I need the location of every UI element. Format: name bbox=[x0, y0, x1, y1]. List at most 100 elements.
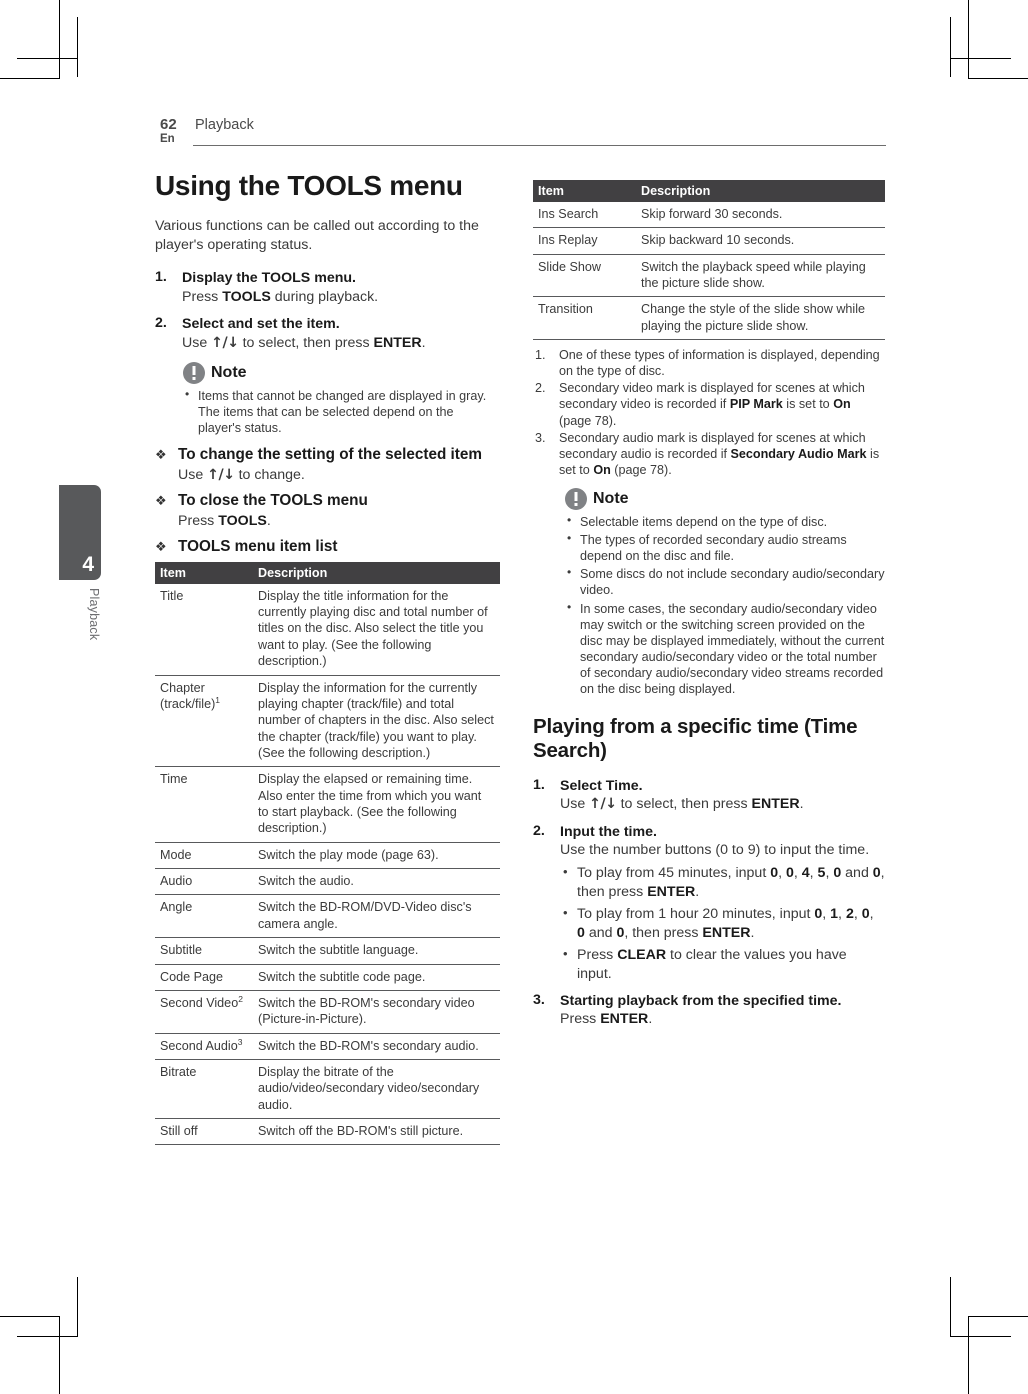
page-language: En bbox=[160, 133, 175, 145]
example-2-keyword: ENTER bbox=[702, 924, 751, 941]
crop-mark-tr-v2 bbox=[950, 17, 951, 77]
cell-item: Audio bbox=[155, 868, 253, 896]
diamond-bullet-icon: ❖ bbox=[155, 492, 167, 508]
note-title-left: Note bbox=[211, 363, 247, 381]
time-step-3-number: 3. bbox=[533, 991, 545, 1008]
tools-menu-item-table-body: Title Display the title information for t… bbox=[155, 583, 500, 1146]
diamond-body-b: to change. bbox=[234, 467, 305, 484]
table-header-description: Description bbox=[636, 180, 885, 202]
crop-mark-br-v bbox=[968, 1316, 969, 1394]
list-item: The types of recorded secondary audio st… bbox=[565, 531, 885, 564]
cell-description: Switch the play mode (page 63). bbox=[253, 842, 500, 870]
time-step-1-detail-keyword: ENTER bbox=[751, 796, 800, 813]
crop-mark-bl-v2 bbox=[77, 1277, 78, 1337]
example-1-text-a: To play from 45 minutes, input bbox=[577, 865, 771, 882]
header-rule bbox=[193, 145, 886, 146]
table-row: Mode Switch the play mode (page 63). bbox=[155, 842, 500, 870]
diamond-bullet-icon: ❖ bbox=[155, 538, 167, 554]
table-header-item: Item bbox=[155, 561, 253, 584]
time-input-examples: To play from 45 minutes, input 0, 0, 4, … bbox=[560, 863, 885, 983]
section-title-time-search: Playing from a specific time (Time Searc… bbox=[533, 715, 858, 763]
cell-item: Bitrate bbox=[155, 1059, 253, 1120]
footnote-1: 1. One of these types of information is d… bbox=[533, 347, 885, 379]
cell-item: Time bbox=[155, 766, 253, 843]
cell-item: Still off bbox=[155, 1118, 253, 1146]
page-header: 62 En Playback bbox=[150, 116, 890, 160]
step-1-detail: Press TOOLS during playback. bbox=[182, 288, 500, 307]
table-row: Slide Show Switch the playback speed whil… bbox=[533, 254, 885, 298]
cell-description: Switch the subtitle language. bbox=[253, 937, 500, 965]
time-step-3-detail-a: Press bbox=[560, 1010, 601, 1027]
chapter-tab-label: Playback bbox=[87, 588, 101, 641]
cell-description: Skip backward 10 seconds. bbox=[636, 227, 885, 255]
note-header-left: Note bbox=[183, 361, 500, 384]
tools-menu-item-table: Item Description Title Display the title … bbox=[155, 561, 500, 1146]
crop-mark-tr-v bbox=[968, 0, 969, 79]
crop-mark-br-h bbox=[968, 1316, 1028, 1317]
example-2-text-a: To play from 1 hour 20 minutes, input bbox=[577, 906, 815, 923]
chapter-tab-number: 4 bbox=[82, 553, 94, 576]
exclamation-icon bbox=[183, 361, 205, 384]
footnote-2: 2. Secondary video mark is displayed for … bbox=[533, 380, 885, 428]
crop-mark-tl-v2 bbox=[77, 17, 78, 77]
step-1-number: 1. bbox=[155, 269, 167, 286]
table-row: Time Display the elapsed or remaining tim… bbox=[155, 766, 500, 843]
crop-mark-br-h2 bbox=[951, 1336, 1011, 1337]
right-column: Item Description Ins Search Skip forward … bbox=[533, 178, 885, 1038]
cell-description: Change the style of the slide show while… bbox=[636, 296, 885, 341]
time-step-1-detail: Use ↑/↓ to select, then press ENTER. bbox=[560, 795, 885, 814]
example-1-text-c: . bbox=[695, 884, 700, 901]
example-1-digit-2: 0 bbox=[785, 865, 794, 882]
crop-mark-tr-h2 bbox=[951, 58, 1011, 59]
list-item: Items that cannot be changed are display… bbox=[183, 387, 500, 436]
cell-description: Display the bitrate of the audio/video/s… bbox=[253, 1059, 500, 1120]
footnote-2-number: 2. bbox=[535, 381, 546, 396]
cell-description: Display the elapsed or remaining time. Al… bbox=[253, 766, 500, 843]
page-section-name: Playback bbox=[195, 117, 254, 133]
footnote-ref: 1 bbox=[215, 694, 221, 705]
cell-item: Slide Show bbox=[533, 254, 636, 298]
diamond-body: Press TOOLS. bbox=[178, 512, 500, 531]
time-step-1-number: 1. bbox=[533, 776, 545, 793]
table-row: Transition Change the style of the slide … bbox=[533, 296, 885, 341]
footnote-1-text: One of these types of information is dis… bbox=[559, 348, 880, 379]
cell-description: Switch the audio. bbox=[253, 868, 500, 896]
diamond-body-a: Press bbox=[178, 512, 219, 529]
time-step-1-heading: Select Time. bbox=[560, 777, 643, 794]
updown-arrow-icon: ↑/↓ bbox=[589, 796, 617, 813]
note-title-right: Note bbox=[593, 490, 629, 508]
footnote-list: 1. One of these types of information is d… bbox=[533, 347, 885, 478]
list-item: Some discs do not include secondary audi… bbox=[565, 565, 885, 598]
cell-description: Display the information for the currentl… bbox=[253, 675, 500, 768]
diamond-item-close-menu: ❖ To close the TOOLS menu Press TOOLS. bbox=[155, 492, 500, 531]
step-2-detail: Use ↑/↓ to select, then press ENTER. bbox=[182, 334, 500, 353]
updown-arrow-icon: ↑/↓ bbox=[211, 334, 239, 351]
cell-description: Switch the BD-ROM/DVD-Video disc's camer… bbox=[253, 894, 500, 939]
cell-item: Ins Search bbox=[533, 202, 636, 229]
diamond-title: TOOLS menu item list bbox=[178, 537, 338, 555]
page-number: 62 bbox=[160, 116, 177, 133]
example-1-digit-4: 5 bbox=[817, 865, 826, 882]
example-1-digit-3: 4 bbox=[801, 865, 810, 882]
list-item: To play from 1 hour 20 minutes, input 0,… bbox=[560, 904, 885, 943]
example-1-keyword: ENTER bbox=[647, 884, 696, 901]
note-list-right: Selectable items depend on the type of d… bbox=[565, 513, 885, 697]
cell-description: Switch the BD-ROM's secondary video (Pic… bbox=[253, 990, 500, 1034]
example-1-digit-5: 0 bbox=[833, 865, 842, 882]
chapter-tab: 4 bbox=[59, 485, 101, 580]
note-header-right: Note bbox=[565, 488, 885, 511]
step-1-heading-b: menu. bbox=[310, 270, 356, 287]
example-3-text-a: Press bbox=[577, 946, 618, 963]
step-1: 1. Display the TOOLS menu. Press TOOLS d… bbox=[155, 269, 500, 306]
crop-mark-tl-h2 bbox=[17, 58, 77, 59]
step-2-detail-keyword: ENTER bbox=[373, 334, 422, 351]
step-1-heading: Display the TOOLS menu. bbox=[182, 269, 500, 287]
note-list-left: Items that cannot be changed are display… bbox=[183, 387, 500, 436]
step-1-detail-keyword: TOOLS bbox=[222, 288, 271, 305]
step-2-detail-c: . bbox=[421, 334, 426, 351]
step-2-number: 2. bbox=[155, 315, 167, 332]
diamond-body-keyword: TOOLS bbox=[218, 512, 267, 529]
cell-item: Mode bbox=[155, 842, 253, 870]
step-1-heading-keyword: TOOLS bbox=[261, 270, 311, 287]
table-row: Angle Switch the BD-ROM/DVD-Video disc's … bbox=[155, 894, 500, 939]
